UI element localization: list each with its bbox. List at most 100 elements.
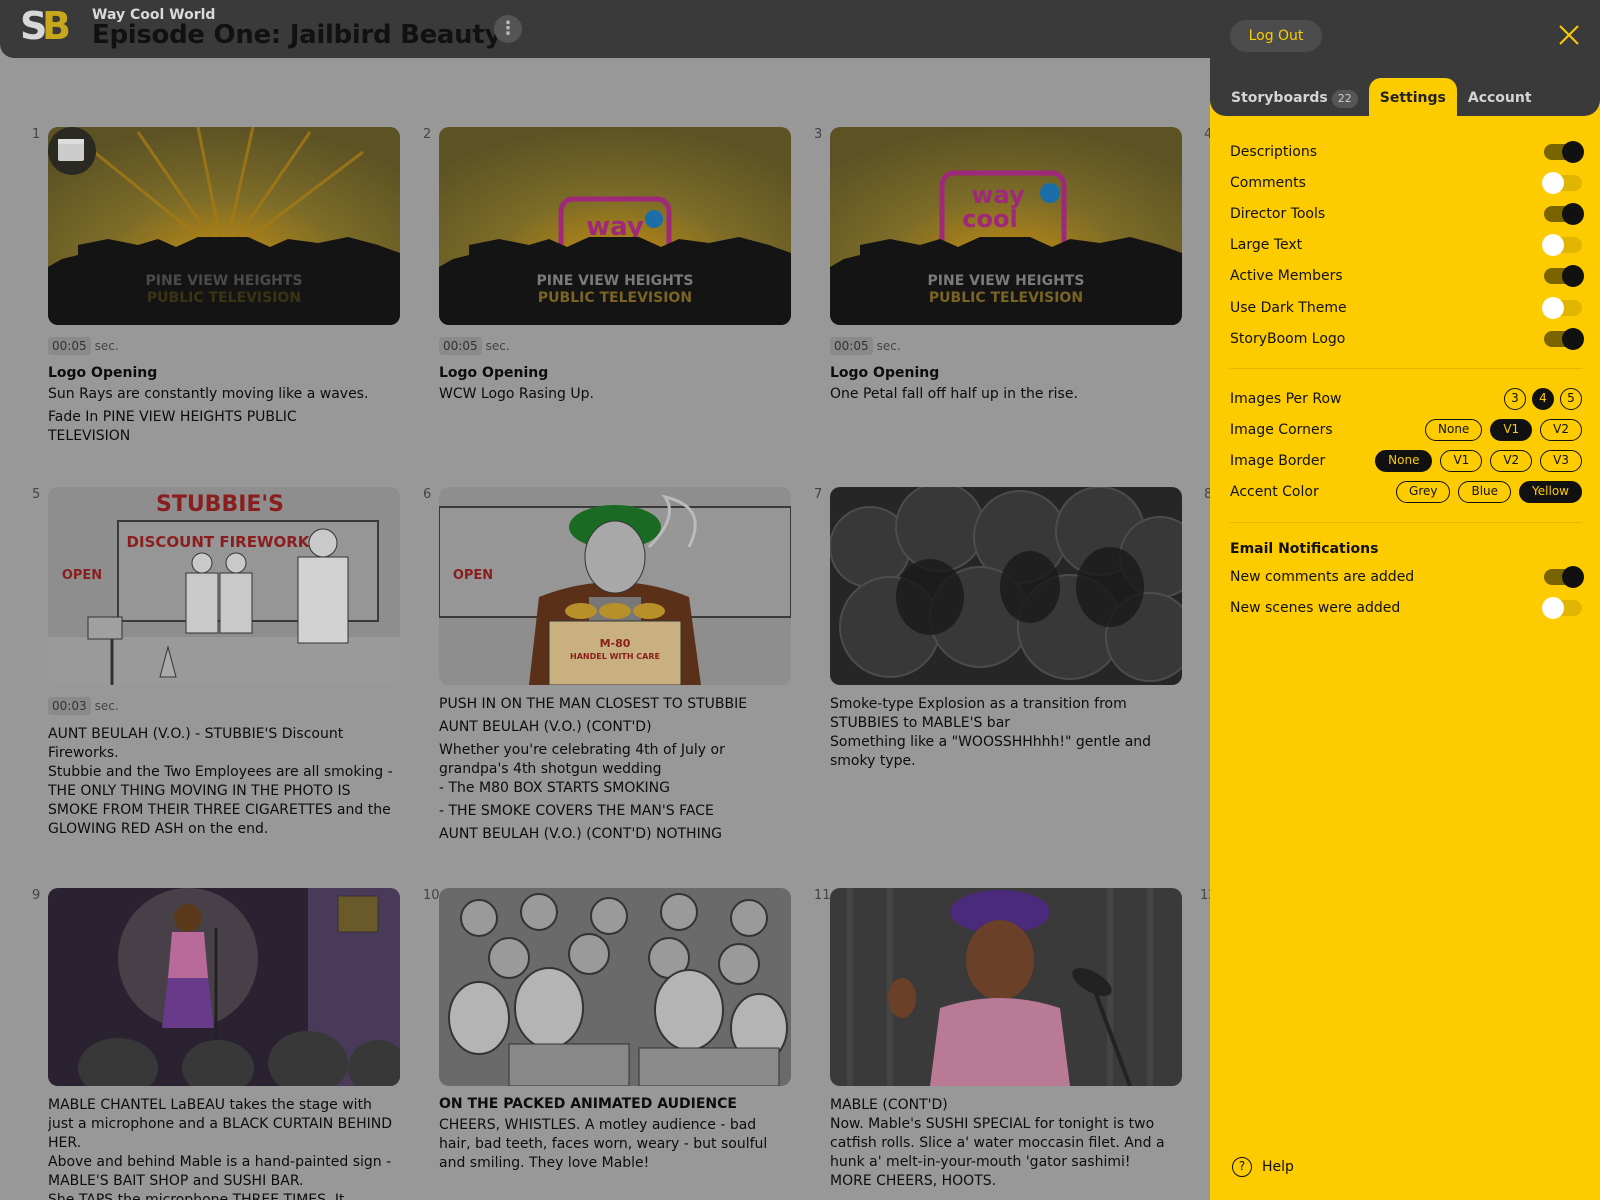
scene-heading: Logo Opening — [48, 365, 158, 381]
tab-settings[interactable]: Settings — [1368, 78, 1457, 116]
active-members-toggle[interactable] — [1544, 265, 1584, 288]
scene-thumbnail[interactable]: STUBBIE'S DISCOUNT FIREWORK OPEN — [48, 487, 400, 685]
image-caption-line-3: OPEN — [453, 568, 493, 583]
image-caption-line-2: PUBLIC TELEVISION — [538, 290, 692, 306]
scene-thumbnail[interactable]: OPEN M-80 HANDEL WITH CARE — [439, 487, 791, 685]
duration: 00:05 sec. — [439, 337, 791, 355]
setting-label: Active Members — [1230, 268, 1343, 285]
log-out-button[interactable]: Log Out — [1230, 20, 1322, 52]
duration-value[interactable]: 00:05 — [830, 337, 873, 355]
image-border-option[interactable]: V3 — [1540, 450, 1582, 473]
help-link[interactable]: ? Help — [1232, 1157, 1294, 1177]
scene-number: 3 — [814, 127, 823, 142]
scene-description: AUNT BEULAH (V.O.) (CONT'D) — [439, 719, 652, 735]
setting-label: Accent Color — [1230, 484, 1319, 501]
scene-thumbnail[interactable] — [830, 888, 1182, 1086]
setting-label: Images Per Row — [1230, 390, 1342, 407]
scene-heading: Logo Opening — [439, 365, 549, 381]
tab-account[interactable]: Account — [1457, 78, 1543, 116]
scene-card[interactable]: 7 Smoke-type Explosion as a transition f… — [814, 487, 1182, 771]
scene-description: MABLE (CONT'D) — [830, 1097, 948, 1113]
image-corners-option[interactable]: None — [1425, 419, 1483, 442]
image-border-option[interactable]: V1 — [1440, 450, 1483, 473]
toggle-knob — [1562, 265, 1584, 288]
scene-thumbnail[interactable]: PINE VIEW HEIGHTS PUBLIC TELEVISION — [48, 127, 400, 325]
storyboom-logo-toggle[interactable] — [1544, 327, 1584, 350]
scene-description-scroll[interactable]: MABLE CHANTEL LaBEAU takes the stage wit… — [48, 1096, 400, 1200]
images-per-row-option[interactable]: 4 — [1532, 387, 1554, 410]
setting-label: Comments — [1230, 174, 1306, 191]
scene-description: She TAPS the microphone THREE TIMES. It — [48, 1192, 345, 1200]
scene-description: Sun Rays are constantly moving like a wa… — [48, 386, 369, 402]
scene-card[interactable]: 10 ON THE PACKED ANIMATED AUDIENCE CHEER… — [423, 888, 791, 1173]
svg-text:cool: cool — [962, 205, 1017, 233]
scene-description: WCW Logo Rasing Up. — [439, 386, 594, 402]
scene-description-scroll[interactable]: PUSH IN ON THE MAN CLOSEST TO STUBBIE AU… — [439, 695, 791, 847]
scene-card[interactable]: 1 PINE VIEW HEIGHTS PUBLIC TELEVISION 00… — [32, 127, 400, 446]
duration: 00:03 sec. — [48, 697, 400, 715]
image-corners-option[interactable]: V1 — [1490, 419, 1533, 442]
scene-card[interactable]: 11 MABLE (CONT'D) Now. Mable's SUSHI SPE… — [814, 888, 1182, 1200]
new-comments-toggle[interactable] — [1544, 565, 1584, 588]
scene-number: 7 — [814, 487, 823, 502]
episode-title[interactable]: Episode One: Jailbird Beauty — [92, 20, 501, 50]
scene-thumbnail[interactable] — [830, 487, 1182, 685]
panel-tabs: Storyboards 22 Settings Account — [1220, 78, 1543, 116]
duration-value[interactable]: 00:05 — [439, 337, 482, 355]
image-corners-option[interactable]: V2 — [1540, 419, 1582, 442]
large-text-toggle[interactable] — [1542, 234, 1582, 257]
image-border-option[interactable]: None — [1375, 450, 1433, 473]
setting-label: StoryBoom Logo — [1230, 330, 1346, 347]
accent-color-option[interactable]: Blue — [1458, 481, 1512, 504]
image-caption-line-1: M-80 — [600, 637, 631, 650]
images-per-row-option[interactable]: 5 — [1560, 387, 1582, 410]
setting-large-text: Large Text — [1230, 230, 1582, 261]
scene-number: 5 — [32, 487, 41, 502]
scene-heading: Logo Opening — [830, 365, 940, 381]
director-tools-toggle[interactable] — [1544, 202, 1584, 225]
duration-value[interactable]: 00:03 — [48, 697, 91, 715]
images-per-row-option[interactable]: 3 — [1504, 387, 1526, 410]
setting-descriptions: Descriptions — [1230, 136, 1584, 167]
image-caption-line-2: PUBLIC TELEVISION — [929, 290, 1083, 306]
tab-label: Storyboards — [1231, 90, 1328, 106]
scene-thumbnail[interactable]: way PINE VIEW HEIGHTS PUBLIC TELEVISION — [439, 127, 791, 325]
duration-value[interactable]: 00:05 — [48, 337, 91, 355]
scene-card[interactable]: 3 way cool PINE VIEW HEIGHTS PUBLIC TELE… — [814, 127, 1182, 404]
new-scenes-toggle[interactable] — [1542, 596, 1582, 619]
divider — [1230, 522, 1582, 524]
scene-heading: ON THE PACKED ANIMATED AUDIENCE — [439, 1096, 737, 1112]
scene-card[interactable]: 2 way PINE VIEW HEIGHTS PUBLIC TELEVISIO… — [423, 127, 791, 404]
storyboards-count-badge: 22 — [1331, 90, 1358, 108]
scene-description: PUSH IN ON THE MAN CLOSEST TO STUBBIE — [439, 696, 748, 712]
scene-card[interactable]: 6 OPEN M-80 HANDEL WITH CARE PUSH IN ON … — [423, 487, 791, 847]
scene-description: - The M80 BOX STARTS SMOKING — [439, 780, 670, 796]
image-caption-line-2: HANDEL WITH CARE — [570, 652, 660, 661]
scene-card[interactable]: 5 STUBBIE'S DISCOUNT FIREWORK OPEN 00:03… — [32, 487, 400, 839]
descriptions-toggle[interactable] — [1544, 140, 1584, 163]
scene-thumbnail[interactable] — [48, 888, 400, 1086]
scene-number: 6 — [423, 487, 432, 502]
storyboom-logo[interactable]: SB — [20, 4, 78, 48]
scene-thumbnail[interactable]: way cool PINE VIEW HEIGHTS PUBLIC TELEVI… — [830, 127, 1182, 325]
setting-new-scenes: New scenes were added — [1230, 592, 1582, 623]
accent-color-option[interactable]: Grey — [1396, 481, 1451, 504]
comments-toggle[interactable] — [1542, 171, 1582, 194]
image-caption-line-3: OPEN — [62, 568, 102, 583]
tab-storyboards[interactable]: Storyboards 22 — [1220, 78, 1369, 116]
accent-color-option[interactable]: Yellow — [1519, 481, 1582, 504]
vertical-ellipsis-icon[interactable]: ⋮ — [494, 15, 522, 43]
setting-label: Image Corners — [1230, 422, 1333, 439]
scene-number: 11 — [814, 888, 831, 903]
scene-description: CHEERS, WHISTLES. A motley audience - ba… — [439, 1117, 768, 1171]
close-x-icon[interactable] — [1558, 24, 1580, 46]
scene-description-scroll[interactable]: MABLE (CONT'D) Now. Mable's SUSHI SPECIA… — [830, 1096, 1182, 1200]
toggle-knob — [1542, 234, 1564, 257]
setting-storyboom-logo: StoryBoom Logo — [1230, 323, 1584, 354]
dark-theme-toggle[interactable] — [1542, 296, 1582, 319]
images-per-row-options: 3 4 5 — [1504, 387, 1582, 410]
scene-card[interactable]: 9 MABLE CHANTEL LaBEAU takes the stage w… — [32, 888, 400, 1200]
setting-image-border: Image Border None V1 V2 V3 — [1230, 446, 1582, 477]
image-border-option[interactable]: V2 — [1490, 450, 1533, 473]
scene-thumbnail[interactable] — [439, 888, 791, 1086]
